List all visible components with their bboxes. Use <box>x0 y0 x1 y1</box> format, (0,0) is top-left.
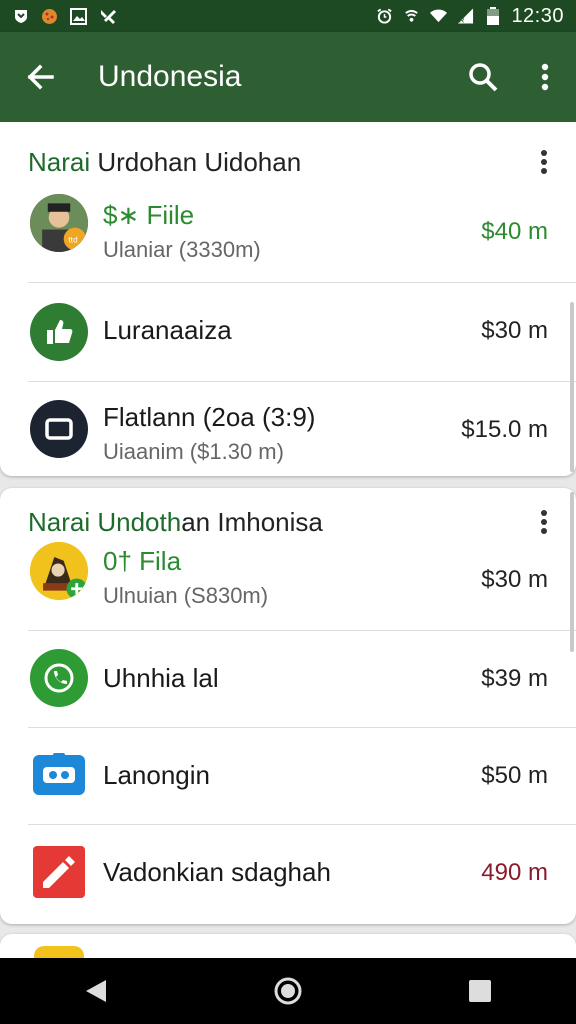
alarm-icon <box>376 8 393 25</box>
item-name: Flatlann (2oa (3:9) <box>103 402 316 432</box>
wifi-call-icon <box>403 8 420 25</box>
pizza-icon <box>41 8 58 25</box>
svg-text:R: R <box>459 16 465 25</box>
battery-icon <box>484 7 501 25</box>
card-menu-button[interactable] <box>532 144 556 180</box>
avatar-photo-icon: ttd <box>30 194 88 252</box>
wifi-icon <box>430 8 448 25</box>
content-list[interactable]: Narai Urdohan Uidohan ttd $∗ Fiile Ulani… <box>0 122 576 958</box>
list-item[interactable]: Luranaaiza $30 m <box>0 283 576 381</box>
thumbs-up-icon <box>30 303 88 361</box>
item-subtitle: Ulaniar (3330m) <box>103 237 261 262</box>
account-card <box>0 934 576 958</box>
item-name: Uhnhia lal <box>103 663 219 693</box>
app-icon <box>34 946 84 958</box>
item-name: Vadonkian sdaghah <box>103 857 331 887</box>
page-title: Undonesia <box>98 60 242 93</box>
status-bar: R 12:30 <box>0 0 576 32</box>
phone-icon <box>30 649 88 707</box>
more-vert-icon <box>541 150 547 174</box>
item-amount: $30 m <box>481 566 548 593</box>
scrollbar[interactable] <box>570 302 574 472</box>
status-time: 12:30 <box>511 4 564 27</box>
item-amount: $30 m <box>481 317 548 344</box>
triangle-back-icon <box>86 980 106 1002</box>
square-recents-icon <box>469 980 491 1002</box>
item-amount: $40 m <box>481 218 548 245</box>
nav-home-button[interactable] <box>258 961 318 1021</box>
back-button[interactable] <box>0 32 80 122</box>
svg-text:ttd: ttd <box>68 235 78 245</box>
item-amount: $50 m <box>481 762 548 789</box>
game-icon <box>30 746 88 804</box>
search-button[interactable] <box>452 32 514 122</box>
nav-recents-button[interactable] <box>450 961 510 1021</box>
list-item[interactable]: Vadonkian sdaghah 490 m <box>0 825 576 921</box>
item-name: Luranaaiza <box>103 315 232 345</box>
avatar-cartoon-icon <box>30 542 88 600</box>
item-amount: $15.0 m <box>461 416 548 443</box>
account-card: Narai Urdohan Uidohan ttd $∗ Fiile Ulani… <box>0 122 576 476</box>
edit-icon <box>30 843 88 901</box>
item-subtitle: Ulnuian (S830m) <box>103 583 269 608</box>
nav-back-button[interactable] <box>66 961 126 1021</box>
list-item[interactable]: Uhnhia lal $39 m <box>0 631 576 727</box>
scrollbar[interactable] <box>570 492 574 652</box>
card-title: Narai Urdohan Uidohan <box>28 146 302 177</box>
back-arrow-icon <box>27 64 54 90</box>
account-card: Narai Undothan Imhonisa 0† Fila Ulnuian … <box>0 488 576 924</box>
card-menu-button[interactable] <box>532 504 556 540</box>
search-icon <box>469 63 498 92</box>
item-amount: 490 m <box>481 859 548 886</box>
navigation-bar <box>0 958 576 1024</box>
list-item[interactable]: Flatlann (2oa (3:9) Uiaanim ($1.30 m) $1… <box>0 382 576 476</box>
more-options-button[interactable] <box>514 32 576 122</box>
item-name: $∗ Fiile <box>103 200 195 230</box>
more-vert-icon <box>541 510 547 534</box>
item-name: Lanongin <box>103 760 210 790</box>
item-name: 0† Fila <box>103 546 182 576</box>
list-item[interactable]: 0† Fila Ulnuian (S830m) $30 m <box>0 540 576 630</box>
circle-home-icon <box>274 977 302 1005</box>
tools-icon <box>99 8 116 25</box>
card-title: Narai Undothan Imhonisa <box>28 506 323 537</box>
list-item[interactable]: ttd $∗ Fiile Ulaniar (3330m) $40 m <box>0 190 576 282</box>
list-item[interactable]: Lanongin $50 m <box>0 728 576 824</box>
image-icon <box>70 7 87 25</box>
item-subtitle: Uiaanim ($1.30 m) <box>103 439 284 464</box>
square-icon <box>30 400 88 458</box>
more-vert-icon <box>541 63 549 91</box>
signal-icon: R <box>457 8 474 25</box>
app-bar: Undonesia <box>0 32 576 122</box>
item-amount: $39 m <box>481 665 548 692</box>
shield-icon <box>12 8 29 25</box>
